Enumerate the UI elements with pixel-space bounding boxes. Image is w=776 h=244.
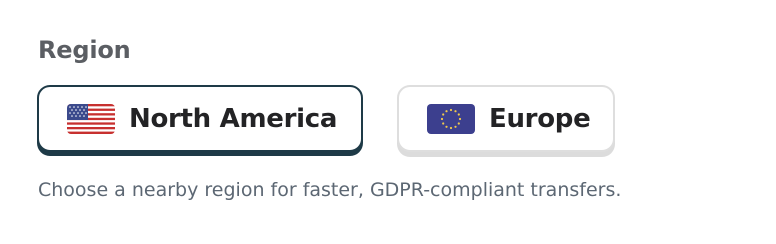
region-option-europe[interactable]: Europe — [397, 85, 615, 152]
us-flag-icon — [67, 103, 115, 134]
region-option-label: Europe — [489, 103, 591, 134]
region-options: North America Europe — [37, 85, 615, 152]
eu-flag-icon — [427, 103, 475, 134]
region-option-label: North America — [129, 103, 338, 134]
region-helper-text: Choose a nearby region for faster, GDPR-… — [38, 179, 622, 201]
region-option-north-america[interactable]: North America — [37, 85, 363, 152]
region-heading: Region — [38, 36, 131, 64]
